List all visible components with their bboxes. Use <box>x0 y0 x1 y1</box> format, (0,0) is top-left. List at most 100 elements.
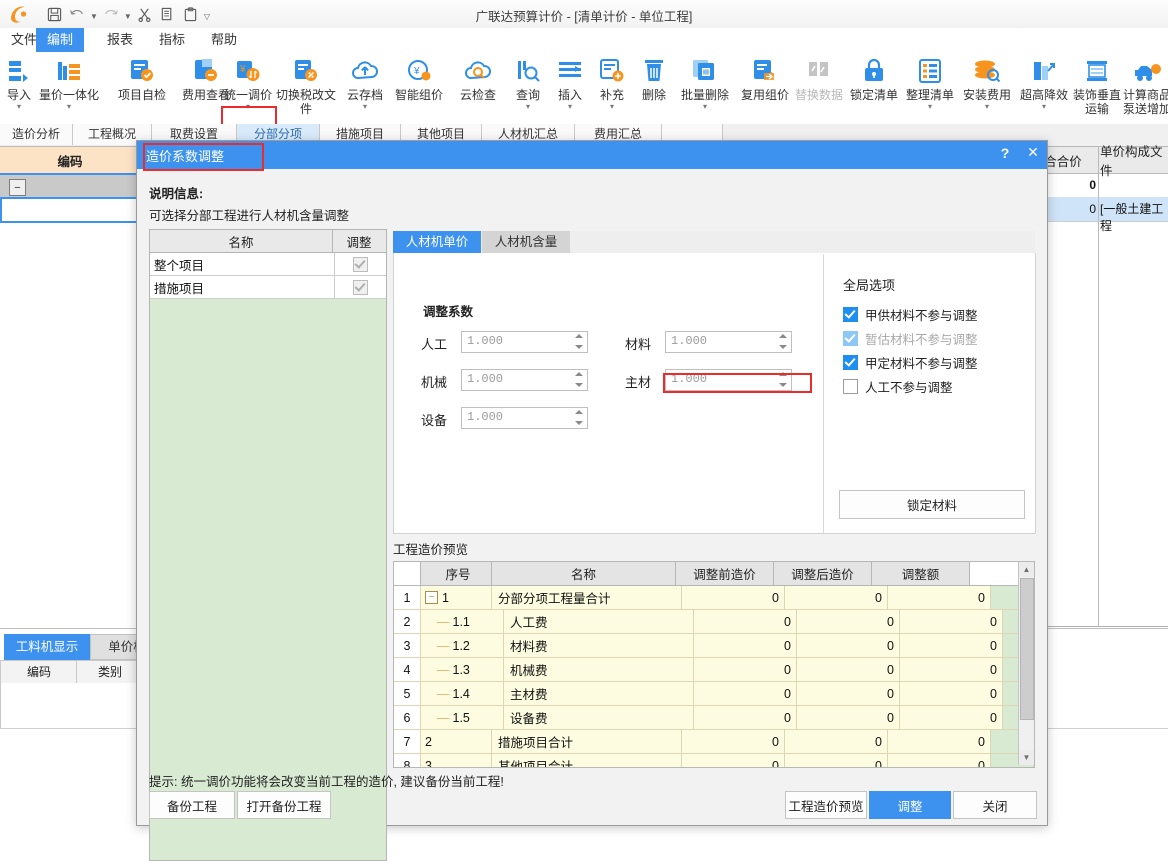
backup-project-button[interactable]: 备份工程 <box>149 791 235 819</box>
ribbon-dropdown-caret[interactable]: ▾ <box>674 103 736 111</box>
ribbon-dropdown-caret[interactable]: ▾ <box>590 103 634 111</box>
tab-content-quantity[interactable]: 人材机含量 <box>482 231 570 253</box>
ribbon-quantity-price[interactable]: 量价一体化 ▾ <box>32 54 106 111</box>
menu-help[interactable]: 帮助 <box>200 28 248 52</box>
scope-item-checkbox[interactable] <box>352 256 368 272</box>
bottom-tab-materials[interactable]: 工料机显示 <box>4 634 90 660</box>
ribbon-unified-price[interactable]: ¥ 统一调价 ▾ <box>222 54 274 111</box>
ribbon-pump-calc[interactable]: 计算商品泵送增加 <box>1122 54 1168 116</box>
ribbon-dropdown-caret[interactable]: ▾ <box>958 103 1016 111</box>
open-backup-button[interactable]: 打开备份工程 <box>237 791 331 819</box>
table-row[interactable]: 5 —1.4 主材费 0 0 0 <box>394 682 1034 706</box>
equipment-spinner[interactable] <box>575 410 584 425</box>
scope-item-checkbox-cell[interactable] <box>335 253 386 275</box>
ribbon-query[interactable]: 查询 ▾ <box>506 54 550 111</box>
scope-list-item[interactable]: 措施项目 <box>150 276 386 299</box>
row-seq: —1.5 <box>421 706 504 729</box>
grid-row-group[interactable]: − <box>0 173 140 200</box>
table-row[interactable]: 6 —1.5 设备费 0 0 0 <box>394 706 1034 730</box>
equipment-coefficient-input[interactable]: 1.000 <box>461 407 588 429</box>
ribbon-smart-pricing[interactable]: ¥ 智能组价 <box>388 54 450 102</box>
option-labor-excluded[interactable]: 人工不参与调整 <box>843 377 953 396</box>
ribbon-batch-delete[interactable]: 批量删除 ▾ <box>674 54 736 111</box>
labor-coefficient-value: 1.000 <box>467 334 504 348</box>
scope-list-item[interactable]: 整个项目 <box>150 253 386 276</box>
option-party-supplied[interactable]: 甲供材料不参与调整 <box>843 305 978 324</box>
scope-item-checkbox[interactable] <box>352 279 368 295</box>
tab-unit-price[interactable]: 人材机单价 <box>393 231 481 253</box>
row-expander-icon[interactable]: − <box>425 591 438 604</box>
ribbon-dropdown-caret[interactable]: ▾ <box>338 103 392 111</box>
ribbon-label: 装饰垂直运输 <box>1072 88 1121 116</box>
table-row[interactable]: 8 3 其他项目合计 0 0 0 <box>394 754 1034 767</box>
ribbon-dropdown-caret[interactable]: ▾ <box>506 103 550 111</box>
close-button[interactable]: 关闭 <box>953 791 1037 819</box>
ribbon-reuse-pricing[interactable]: 复用组价 <box>736 54 794 102</box>
preview-scrollbar[interactable]: ▲ ▼ <box>1018 562 1034 765</box>
grid-divider-2 <box>1098 146 1099 626</box>
row-expander-icon[interactable]: − <box>9 179 26 196</box>
ribbon-self-check[interactable]: 项目自检 <box>110 54 174 102</box>
ribbon-replace-data: 替换数据 <box>792 54 846 102</box>
ribbon-cloud-archive[interactable]: 云存档 ▾ <box>338 54 392 111</box>
row-name: 设备费 <box>504 706 694 729</box>
option-party-supplied-label: 甲供材料不参与调整 <box>865 309 978 323</box>
ribbon-dropdown-caret[interactable]: ▾ <box>548 103 592 111</box>
ribbon-dropdown-caret[interactable]: ▾ <box>902 103 958 111</box>
main-material-coefficient-input[interactable]: 1.000 <box>665 369 792 391</box>
row-seq: —1.3 <box>421 658 504 681</box>
tab-cost-analysis[interactable]: 造价分析 <box>0 124 73 145</box>
preview-cost-button[interactable]: 工程造价预览 <box>785 791 867 819</box>
replace-data-icon <box>792 54 846 88</box>
preview-col-before: 调整前造价 <box>676 562 774 585</box>
ribbon-height-efficiency[interactable]: 超高降效 ▾ <box>1016 54 1072 111</box>
table-row[interactable]: 3 —1.2 材料费 0 0 0 <box>394 634 1034 658</box>
preview-title: 工程造价预览 <box>393 543 469 557</box>
material-coefficient-input[interactable]: 1.000 <box>665 331 792 353</box>
ribbon-tax-switch[interactable]: 切换税改文件 <box>276 54 336 116</box>
ribbon-insert[interactable]: 插入 ▾ <box>548 54 592 111</box>
option-party-supplied-checkbox[interactable] <box>843 307 858 322</box>
scope-item-label: 措施项目 <box>150 276 335 298</box>
material-spinner[interactable] <box>779 334 788 349</box>
labor-coefficient-input[interactable]: 1.000 <box>461 331 588 353</box>
row-after: 0 <box>797 706 900 729</box>
ribbon-delete[interactable]: 删除 <box>632 54 676 102</box>
row-name: 材料费 <box>504 634 694 657</box>
machinery-spinner[interactable] <box>575 372 584 387</box>
menu-indicator[interactable]: 指标 <box>148 28 196 52</box>
ribbon-install-fee[interactable]: 安装费用 ▾ <box>958 54 1016 111</box>
option-party-designated-checkbox[interactable] <box>843 355 858 370</box>
ribbon-organize-list[interactable]: 整理清单 ▾ <box>902 54 958 111</box>
ribbon-dropdown-caret[interactable]: ▾ <box>1016 103 1072 111</box>
table-row[interactable]: 4 —1.3 机械费 0 0 0 <box>394 658 1034 682</box>
menu-report[interactable]: 报表 <box>96 28 144 52</box>
scrollbar-thumb[interactable] <box>1020 578 1034 720</box>
table-row[interactable]: 1 −1 分部分项工程量合计 0 0 0 <box>394 586 1034 610</box>
ribbon-dropdown-caret[interactable]: ▾ <box>32 103 106 111</box>
labor-spinner[interactable] <box>575 334 584 349</box>
option-labor-excluded-checkbox[interactable] <box>843 379 858 394</box>
row-after: 0 <box>785 730 888 753</box>
row-before: 0 <box>694 658 797 681</box>
help-icon[interactable]: ? <box>997 145 1013 161</box>
adjust-button[interactable]: 调整 <box>869 791 951 819</box>
lock-material-button[interactable]: 锁定材料 <box>839 490 1025 519</box>
main-material-spinner[interactable] <box>779 372 788 387</box>
ribbon-cloud-check[interactable]: 云检查 <box>450 54 506 102</box>
grid-row-selected[interactable] <box>0 197 144 223</box>
option-party-designated[interactable]: 甲定材料不参与调整 <box>843 353 978 372</box>
scope-item-checkbox-cell[interactable] <box>335 276 386 298</box>
scroll-up-icon[interactable]: ▲ <box>1019 562 1034 577</box>
menu-compile[interactable]: 编制 <box>36 28 85 52</box>
ribbon-dropdown-caret[interactable]: ▾ <box>222 103 274 111</box>
ribbon-supplement[interactable]: 补充 ▾ <box>590 54 634 111</box>
dialog-title-bar: 造价系数调整 ? ✕ <box>137 141 1047 169</box>
table-row[interactable]: 2 —1.1 人工费 0 0 0 <box>394 610 1034 634</box>
close-icon[interactable]: ✕ <box>1025 144 1041 161</box>
table-row[interactable]: 7 2 措施项目合计 0 0 0 <box>394 730 1034 754</box>
ribbon-lock-list[interactable]: 锁定清单 <box>846 54 902 102</box>
machinery-coefficient-input[interactable]: 1.000 <box>461 369 588 391</box>
ribbon-vertical-transport[interactable]: 装饰垂直运输 <box>1072 54 1122 116</box>
scroll-down-icon[interactable]: ▼ <box>1019 750 1034 765</box>
